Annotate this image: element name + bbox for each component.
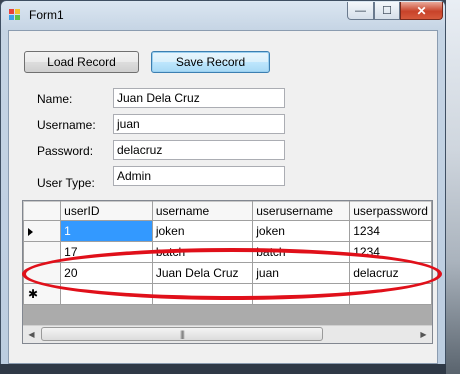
column-header-userusername[interactable]: userusername <box>252 201 351 221</box>
maximize-icon: ☐ <box>382 5 392 17</box>
table-cell[interactable]: batch <box>252 241 351 263</box>
window-title: Form1 <box>29 8 64 22</box>
taskbar-edge <box>0 364 446 374</box>
username-field[interactable]: juan <box>113 114 285 134</box>
new-row[interactable]: ✱ <box>23 283 432 305</box>
load-record-button[interactable]: Load Record <box>24 51 139 73</box>
table-cell[interactable]: joken <box>151 220 254 242</box>
new-row-asterisk-icon: ✱ <box>23 283 62 305</box>
row-header[interactable] <box>23 220 62 242</box>
table-cell[interactable] <box>60 283 153 305</box>
table-cell[interactable]: delacruz <box>349 262 432 284</box>
scroll-right-icon[interactable]: ▶ <box>415 326 432 342</box>
save-record-button[interactable]: Save Record <box>151 51 270 73</box>
app-icon <box>9 9 21 21</box>
close-button[interactable]: ✕ <box>400 2 443 20</box>
scroll-grip-icon: ||| <box>179 329 185 339</box>
background-desktop <box>446 0 460 374</box>
table-cell[interactable]: 20 <box>60 262 153 284</box>
name-label: Name: <box>37 92 73 106</box>
column-header-username[interactable]: username <box>151 201 254 221</box>
close-icon: ✕ <box>416 3 427 18</box>
usertype-label: User Type: <box>37 176 95 190</box>
table-cell[interactable] <box>252 283 351 305</box>
records-datagrid[interactable]: userID username userusername userpasswor… <box>22 200 433 344</box>
table-cell[interactable]: juan <box>252 262 351 284</box>
title-bar[interactable]: Form1 — ☐ ✕ <box>1 1 445 29</box>
minimize-button[interactable]: — <box>347 2 374 20</box>
table-cell[interactable]: Juan Dela Cruz <box>151 262 254 284</box>
table-cell[interactable] <box>349 283 432 305</box>
column-header-userpassword[interactable]: userpassword <box>349 201 432 221</box>
current-row-arrow-icon <box>28 227 33 236</box>
row-header[interactable] <box>23 241 62 263</box>
corner-header[interactable] <box>23 201 62 221</box>
password-field[interactable]: delacruz <box>113 140 285 160</box>
usertype-field[interactable]: Admin <box>113 166 285 186</box>
table-row[interactable]: 17 batch batch 1234 <box>23 241 432 263</box>
table-cell[interactable]: batch <box>151 241 254 263</box>
username-label: Username: <box>37 118 96 132</box>
scroll-thumb[interactable]: ||| <box>41 327 323 341</box>
table-cell[interactable]: joken <box>252 220 351 242</box>
minimize-icon: — <box>355 4 366 17</box>
table-row[interactable]: 20 Juan Dela Cruz juan delacruz <box>23 262 432 284</box>
table-cell[interactable]: 1234 <box>349 220 432 242</box>
scroll-left-icon[interactable]: ◀ <box>23 326 40 342</box>
form1-window: Form1 — ☐ ✕ Load Record Save Record Name… <box>0 0 446 370</box>
table-cell[interactable] <box>151 283 254 305</box>
table-row[interactable]: 1 joken joken 1234 <box>23 220 432 242</box>
row-header[interactable] <box>23 262 62 284</box>
table-cell[interactable]: 1234 <box>349 241 432 263</box>
records-table: userID username userusername userpasswor… <box>23 201 432 305</box>
maximize-button[interactable]: ☐ <box>374 2 400 20</box>
password-label: Password: <box>37 144 94 158</box>
client-area: Load Record Save Record Name: Juan Dela … <box>8 30 438 364</box>
name-field[interactable]: Juan Dela Cruz <box>113 88 285 108</box>
header-row: userID username userusername userpasswor… <box>23 201 432 221</box>
table-cell[interactable]: 1 <box>60 220 153 242</box>
column-header-userid[interactable]: userID <box>60 201 153 221</box>
table-cell[interactable]: 17 <box>60 241 153 263</box>
horizontal-scrollbar[interactable]: ◀ ||| ▶ <box>23 325 432 343</box>
